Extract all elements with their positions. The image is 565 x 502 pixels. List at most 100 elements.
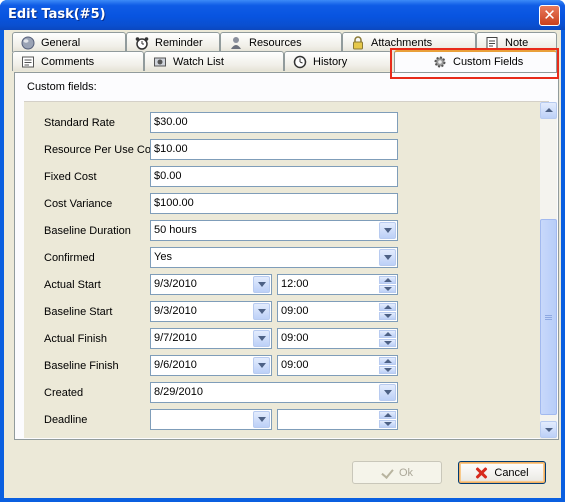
tab-resources[interactable]: Resources <box>220 32 342 52</box>
field-label-cost-variance: Cost Variance <box>44 198 113 210</box>
time-spin-buttons[interactable] <box>379 276 396 293</box>
spin-up-button[interactable] <box>379 330 396 338</box>
field-label-deadline: Deadline <box>44 414 88 426</box>
baseline-finish-time-value: 09:00 <box>281 359 309 371</box>
tab-reminder[interactable]: Reminder <box>126 32 220 52</box>
dropdown-button[interactable] <box>379 222 396 239</box>
arrow-down-icon <box>384 314 392 318</box>
spin-up-button[interactable] <box>379 303 396 311</box>
spin-up-button[interactable] <box>379 411 396 419</box>
window-title: Edit Task(#5) <box>8 7 106 22</box>
field-label-actual-start: Actual Start <box>44 279 101 291</box>
tab-label: Comments <box>41 55 95 68</box>
spin-up-button[interactable] <box>379 276 396 284</box>
spin-down-button[interactable] <box>379 366 396 374</box>
baseline-start-time-value: 09:00 <box>281 305 309 317</box>
ok-button[interactable]: Ok <box>352 461 442 484</box>
cancel-label: Cancel <box>494 466 529 479</box>
created-date-picker[interactable]: 8/29/2010 <box>150 382 398 403</box>
custom-fields-caption: Custom fields: <box>27 81 97 93</box>
dialog-client: General Reminder Resources Attachments N… <box>4 30 561 498</box>
vertical-scrollbar[interactable] <box>540 102 557 439</box>
confirmed-select[interactable]: Yes <box>150 247 398 268</box>
active-tab-highlight <box>390 48 559 79</box>
time-spin-buttons[interactable] <box>379 411 396 428</box>
chevron-down-icon <box>258 417 266 422</box>
actual-start-time-spinner[interactable]: 12:00 <box>277 274 398 295</box>
close-button[interactable]: ✕ <box>539 5 560 26</box>
chevron-down-icon <box>258 309 266 314</box>
lock-icon <box>351 35 365 50</box>
actual-finish-date-picker[interactable]: 9/7/2010 <box>150 328 272 349</box>
chevron-down-icon <box>384 390 392 395</box>
tab-label: Attachments <box>371 36 433 49</box>
spin-down-button[interactable] <box>379 312 396 320</box>
custom-fields-grid: Standard Rate $30.00 Resource Per Use Co… <box>24 101 557 439</box>
spin-down-button[interactable] <box>379 285 396 293</box>
tab-label: Resources <box>249 36 302 49</box>
baseline-finish-time-spinner[interactable]: 09:00 <box>277 355 398 376</box>
chevron-down-icon <box>258 363 266 368</box>
spin-up-button[interactable] <box>379 357 396 365</box>
time-spin-buttons[interactable] <box>379 357 396 374</box>
arrow-up-icon <box>384 278 392 282</box>
actual-start-date-picker[interactable]: 9/3/2010 <box>150 274 272 295</box>
baseline-start-time-spinner[interactable]: 09:00 <box>277 301 398 322</box>
grip-line <box>545 317 552 318</box>
tab-general[interactable]: General <box>12 32 126 52</box>
field-label-resource-per-use-cost: Resource Per Use Cost <box>44 144 160 156</box>
dropdown-button[interactable] <box>379 249 396 266</box>
tab-watch-list[interactable]: Watch List <box>144 51 284 71</box>
cost-variance-input[interactable]: $100.00 <box>150 193 398 214</box>
scroll-up-button[interactable] <box>540 102 557 119</box>
chevron-down-icon <box>258 282 266 287</box>
title-bar[interactable]: Edit Task(#5) ✕ <box>0 0 565 30</box>
actual-start-time-value: 12:00 <box>281 278 309 290</box>
dropdown-button[interactable] <box>253 303 270 320</box>
actual-finish-time-spinner[interactable]: 09:00 <box>277 328 398 349</box>
resource-per-use-cost-input[interactable]: $10.00 <box>150 139 398 160</box>
deadline-time-spinner[interactable] <box>277 409 398 430</box>
tab-label: General <box>41 36 81 49</box>
tab-label: History <box>313 55 348 68</box>
dropdown-button[interactable] <box>379 384 396 401</box>
scroll-down-button[interactable] <box>540 421 557 438</box>
time-spin-buttons[interactable] <box>379 303 396 320</box>
spin-down-button[interactable] <box>379 339 396 347</box>
scrollbar-thumb[interactable] <box>540 219 557 415</box>
baseline-start-date-picker[interactable]: 9/3/2010 <box>150 301 272 322</box>
tab-label: Reminder <box>155 36 203 49</box>
tab-label: Note <box>505 36 529 49</box>
alarm-clock-icon <box>135 36 149 50</box>
dropdown-button[interactable] <box>253 276 270 293</box>
arrow-down-icon <box>384 341 392 345</box>
dropdown-button[interactable] <box>253 411 270 428</box>
arrow-up-icon <box>384 305 392 309</box>
dropdown-button[interactable] <box>253 357 270 374</box>
tab-comments[interactable]: Comments <box>12 51 144 71</box>
field-label-created: Created <box>44 387 84 399</box>
spin-down-button[interactable] <box>379 420 396 428</box>
deadline-date-picker[interactable] <box>150 409 272 430</box>
field-label-actual-finish: Actual Finish <box>44 333 107 345</box>
cancel-button[interactable]: Cancel <box>458 461 546 484</box>
grip-line <box>545 319 552 320</box>
actual-finish-time-value: 09:00 <box>281 332 309 344</box>
arrow-down-icon <box>545 428 553 432</box>
field-label-fixed-cost: Fixed Cost <box>44 171 97 183</box>
baseline-duration-value: 50 hours <box>154 224 197 236</box>
dropdown-button[interactable] <box>253 330 270 347</box>
red-x-icon <box>475 467 487 479</box>
fixed-cost-input[interactable]: $0.00 <box>150 166 398 187</box>
chevron-down-icon <box>384 255 392 260</box>
tab-history[interactable]: History <box>284 51 392 71</box>
time-spin-buttons[interactable] <box>379 330 396 347</box>
tab-label: Watch List <box>173 55 224 68</box>
globe-icon <box>21 36 35 50</box>
baseline-finish-date-picker[interactable]: 9/6/2010 <box>150 355 272 376</box>
custom-fields-panel: Custom fields: Standard Rate $30.00 Reso… <box>14 72 559 440</box>
baseline-duration-select[interactable]: 50 hours <box>150 220 398 241</box>
arrow-down-icon <box>384 422 392 426</box>
chevron-down-icon <box>258 336 266 341</box>
standard-rate-input[interactable]: $30.00 <box>150 112 398 133</box>
